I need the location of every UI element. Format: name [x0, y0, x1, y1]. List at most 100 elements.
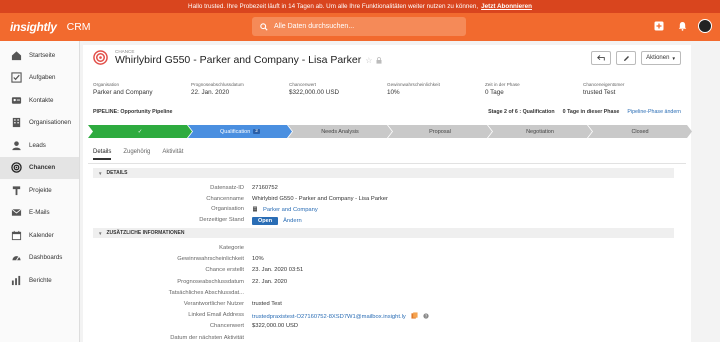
- copy-icon[interactable]: [411, 312, 418, 321]
- extra-section-title: ZUSÄTZLICHE INFORMATIONEN: [106, 230, 185, 236]
- key-field: Prognoseabschlussdatum 22. Jan. 2020: [191, 82, 289, 96]
- field-label: Gewinnwahrscheinlichkeit: [387, 82, 440, 87]
- stage-label: ✓: [137, 128, 143, 135]
- details-section-title: DETAILS: [106, 170, 128, 176]
- status-badge: Open: [252, 216, 279, 225]
- home-icon: [10, 49, 22, 61]
- sidebar-item-organisationen[interactable]: Organisationen: [0, 112, 79, 135]
- field-value: 22. Jan. 2020: [191, 89, 230, 96]
- actions-button[interactable]: Aktionen ▼: [641, 51, 681, 65]
- stage-label: Negotiation: [526, 128, 554, 135]
- target-icon: [10, 162, 22, 174]
- lock-icon[interactable]: [376, 56, 382, 64]
- change-status-link[interactable]: Ändern: [283, 218, 302, 224]
- star-icon[interactable]: ☆: [365, 56, 372, 65]
- pipeline-stage[interactable]: ✓: [88, 125, 192, 138]
- sidebar-item-label: Kalender: [29, 231, 54, 239]
- search-placeholder: Alle Daten durchsuchen...: [274, 23, 355, 30]
- building-icon: [10, 117, 22, 129]
- sidebar-item-projekte[interactable]: Projekte: [0, 179, 79, 202]
- record-card: CHANCE Whirlybird G550 - Parker and Comp…: [83, 45, 691, 342]
- tab-details[interactable]: Details: [93, 149, 112, 160]
- pipeline-stages: ✓ Qualification 2 Needs Analysis Proposal Neg…: [88, 125, 688, 138]
- detail-value: trusted Test: [252, 301, 282, 307]
- search-icon: [260, 22, 268, 31]
- add-icon[interactable]: [652, 19, 666, 33]
- pencil-icon: [623, 55, 629, 61]
- field-label: Chanceneigentümer: [583, 82, 625, 87]
- detail-value-wrap: Open Ändern: [252, 216, 302, 225]
- detail-row: Chancenname Whirlybird G550 - Parker and …: [93, 196, 663, 206]
- detail-key: Prognoseabschlussdatum: [177, 278, 244, 285]
- detail-value: 27160752: [252, 185, 278, 191]
- tab-aktivit-t[interactable]: Aktivität: [162, 149, 183, 160]
- detail-value: Whirlybird G550 - Parker and Company - L…: [252, 195, 388, 202]
- key-field: Chancenwert $322,000.00 USD: [289, 82, 387, 96]
- app-logo[interactable]: insightly: [10, 20, 57, 34]
- user-avatar[interactable]: [698, 19, 712, 33]
- pipeline-stage[interactable]: Qualification 2: [188, 125, 292, 138]
- sidebar-item-label: Aufgaben: [29, 74, 56, 82]
- detail-row: Chance erstellt 23. Jan. 2020 03:51: [93, 267, 663, 277]
- detail-value-wrap: $322,000.00 USD: [252, 323, 298, 329]
- detail-value: $322,000.00 USD: [252, 323, 299, 330]
- field-value: 0 Tage: [485, 89, 504, 96]
- subscribe-link[interactable]: Jetzt Abonnieren: [481, 3, 532, 10]
- sidebar-item-label: Startseite: [29, 51, 56, 59]
- calendar-icon: [10, 229, 22, 241]
- trial-banner: Hallo trusted. Ihre Probezeit läuft in 1…: [0, 0, 720, 13]
- field-label: Zeit in der Phase: [485, 82, 520, 87]
- sidebar-item-label: Chancen: [29, 164, 56, 172]
- organisation-link[interactable]: Parker and Company: [263, 207, 318, 213]
- sidebar-item-label: Dashboards: [29, 254, 63, 262]
- extra-section-header[interactable]: ▼ ZUSÄTZLICHE INFORMATIONEN: [93, 228, 674, 238]
- bell-icon[interactable]: [675, 19, 689, 33]
- detail-value-wrap: 23. Jan. 2020 03:51: [252, 267, 303, 273]
- search-input[interactable]: Alle Daten durchsuchen...: [252, 17, 466, 36]
- edit-button[interactable]: [616, 51, 636, 65]
- stage-label: Closed: [631, 128, 649, 135]
- linked-email-link[interactable]: trustedpraxistest-O27160752-8XSD7W1@mail…: [252, 314, 406, 320]
- pipeline-stage[interactable]: Negotiation: [488, 125, 592, 138]
- sidebar-item-chancen[interactable]: Chancen: [0, 156, 79, 179]
- details-section-header[interactable]: ▼ DETAILS: [93, 168, 674, 178]
- detail-key: Tatsächliches Abschlussdat...: [168, 289, 244, 296]
- stage-label: Proposal: [429, 128, 451, 135]
- change-phase-link[interactable]: Pipeline-Phase ändern: [627, 109, 681, 115]
- sidebar-item-leads[interactable]: Leads: [0, 134, 79, 157]
- detail-row: Derzeitiger Stand Open Ändern: [93, 216, 663, 227]
- detail-key: Linked Email Address: [188, 312, 244, 319]
- sidebar-item-label: Leads: [29, 141, 46, 149]
- field-value[interactable]: trusted Test: [583, 89, 615, 96]
- detail-value: 10%: [252, 256, 264, 263]
- sidebar-item-aufgaben[interactable]: Aufgaben: [0, 67, 79, 90]
- key-field: Zeit in der Phase 0 Tage: [485, 82, 583, 96]
- field-label: Organisation: [93, 82, 120, 87]
- stage-label: Needs Analysis: [321, 128, 359, 135]
- sidebar-item-label: Berichte: [29, 276, 52, 284]
- trial-message: Hallo trusted. Ihre Probezeit läuft in 1…: [188, 3, 479, 10]
- back-button[interactable]: [591, 51, 611, 65]
- stage-badge: 2: [255, 129, 258, 134]
- key-field: Chanceneigentümer trusted Test: [583, 82, 681, 96]
- detail-row: Datum der nächsten Aktivität: [93, 335, 663, 342]
- sidebar-item-kalender[interactable]: Kalender: [0, 224, 79, 247]
- tab-zugeh-rig[interactable]: Zugehörig: [123, 149, 150, 160]
- detail-key: Datensatz-ID: [210, 185, 244, 191]
- actions-label: Aktionen: [646, 55, 670, 61]
- sidebar-item-kontakte[interactable]: Kontakte: [0, 89, 79, 112]
- sidebar-item-startseite[interactable]: Startseite: [0, 44, 79, 67]
- help-icon[interactable]: ?: [423, 313, 429, 321]
- tab-divider: [88, 163, 686, 164]
- top-bar: insightly CRM Alle Daten durchsuchen...: [0, 13, 720, 41]
- sidebar-item-e-mails[interactable]: E-Mails: [0, 202, 79, 225]
- field-value[interactable]: Parker and Company: [93, 89, 153, 96]
- sidebar-item-dashboards[interactable]: Dashboards: [0, 247, 79, 270]
- detail-key: Gewinnwahrscheinlichkeit: [177, 256, 244, 263]
- pipeline-stage[interactable]: Needs Analysis: [288, 125, 392, 138]
- pipeline-stage[interactable]: Proposal: [388, 125, 492, 138]
- pipeline-stage[interactable]: Closed: [588, 125, 692, 138]
- sidebar-item-berichte[interactable]: Berichte: [0, 269, 79, 292]
- building-icon: [252, 206, 258, 214]
- detail-key: Chancenname: [206, 195, 244, 202]
